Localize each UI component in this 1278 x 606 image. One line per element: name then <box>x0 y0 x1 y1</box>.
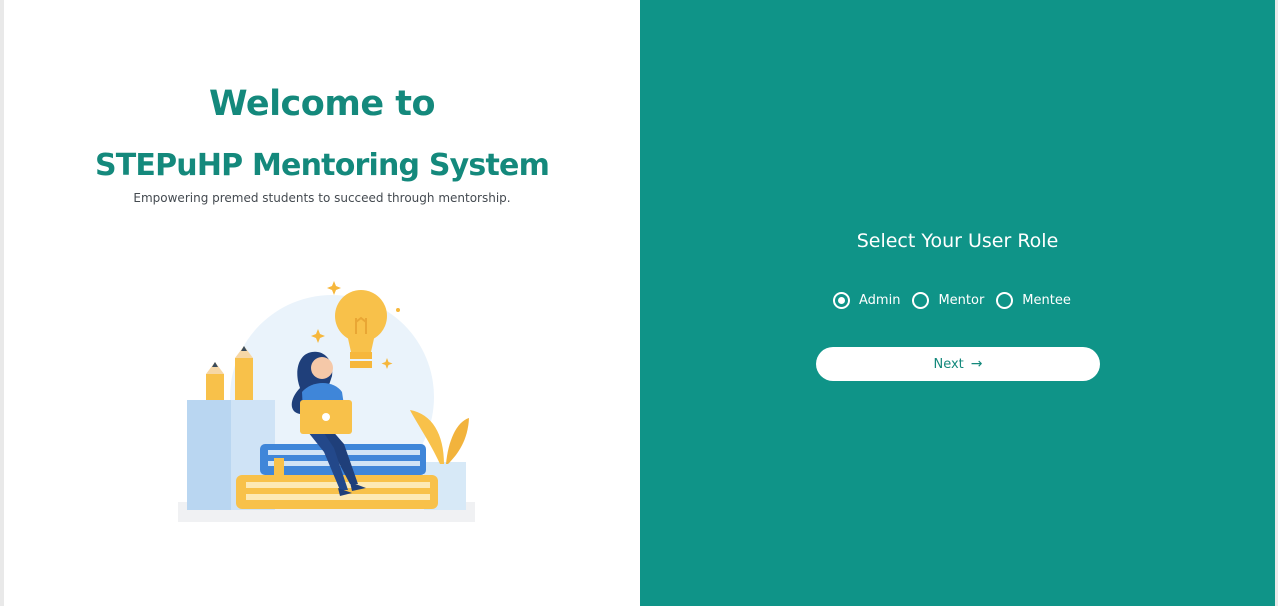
mentee-radio-label: Mentee <box>1022 293 1071 308</box>
mentor-radio-label: Mentor <box>938 293 985 308</box>
role-selection-title: Select Your User Role <box>856 230 1059 252</box>
mentee-radio-button[interactable] <box>996 292 1014 309</box>
tagline: Empowering premed students to succeed th… <box>133 191 511 205</box>
role-option-mentee[interactable]: Mentee <box>996 292 1071 309</box>
role-option-mentor[interactable]: Mentor <box>912 292 984 309</box>
student-study-illustration <box>178 281 475 522</box>
app-window: Welcome to STEPuHP Mentoring System Empo… <box>0 0 1278 606</box>
welcome-panel: Welcome to STEPuHP Mentoring System Empo… <box>4 0 640 606</box>
admin-radio-button[interactable] <box>833 292 850 309</box>
user-role-radio-group: Admin Mentor Mentee <box>833 292 1083 309</box>
welcome-title: Welcome to <box>208 84 436 124</box>
next-button[interactable]: Next → <box>816 347 1100 381</box>
arrow-right-icon: → <box>970 356 983 372</box>
next-button-label: Next <box>933 356 964 372</box>
role-option-admin[interactable]: Admin <box>833 292 900 309</box>
role-selection-panel: Select Your User Role Admin Mentor Mente… <box>640 0 1275 606</box>
admin-radio-label: Admin <box>859 293 901 308</box>
system-title: STEPuHP Mentoring System <box>94 148 550 183</box>
mentor-radio-button[interactable] <box>912 292 930 309</box>
